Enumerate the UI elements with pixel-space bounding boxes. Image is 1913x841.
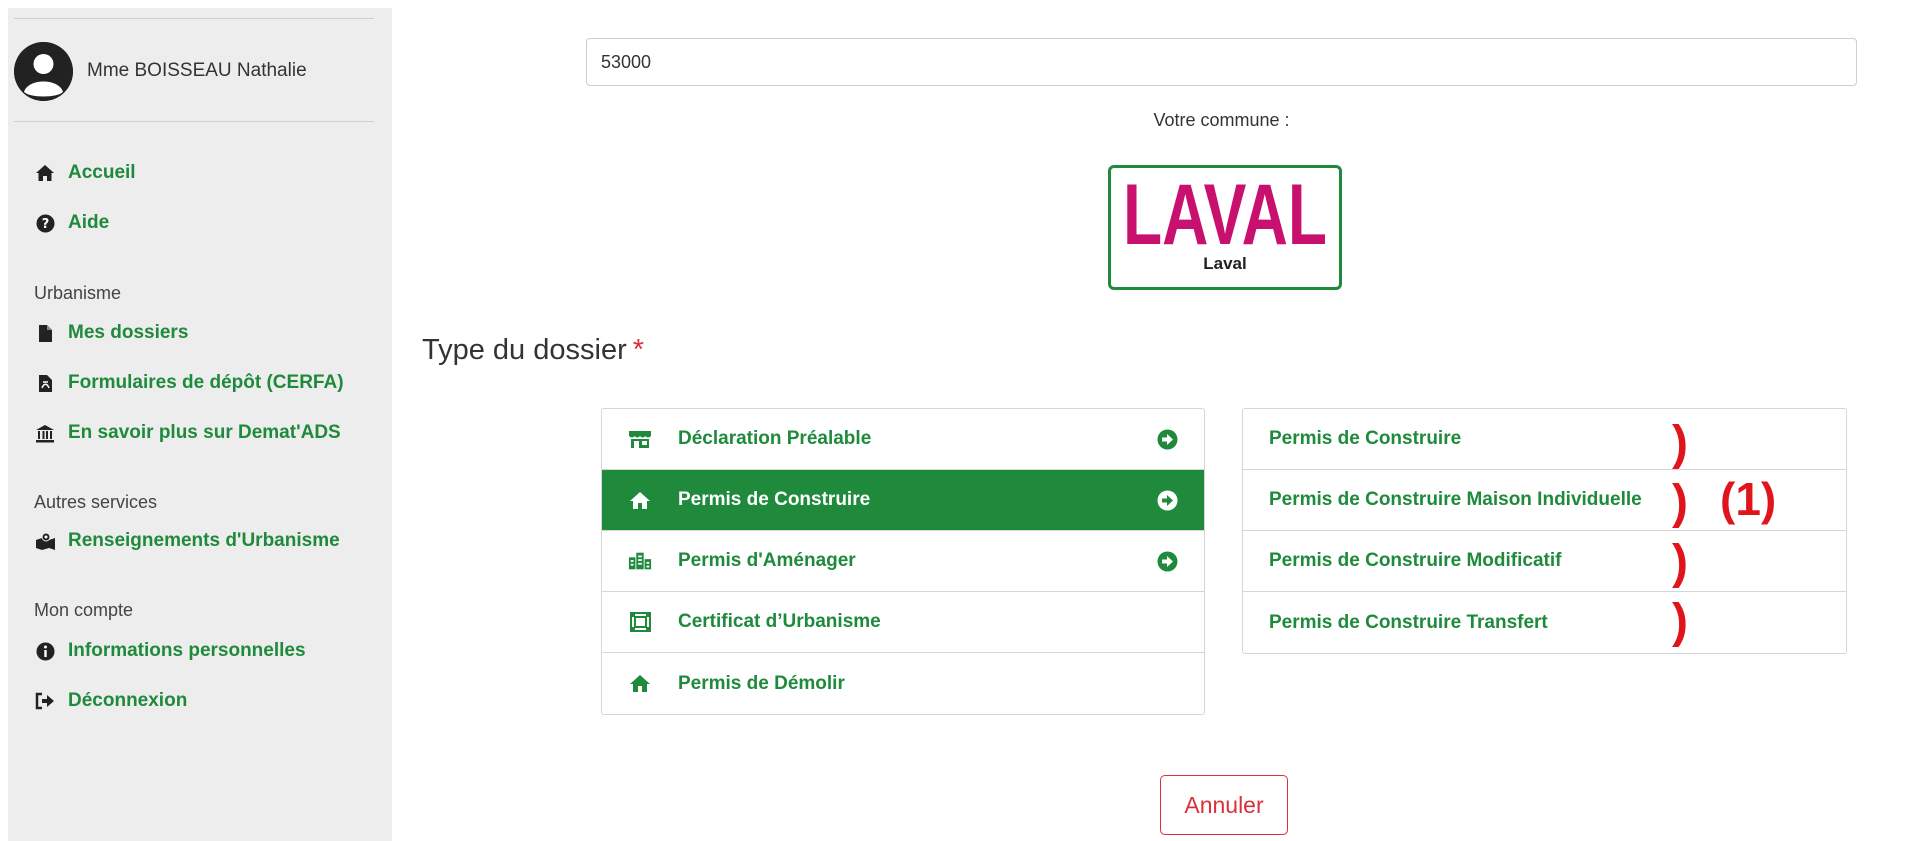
home-icon bbox=[628, 672, 652, 696]
sidebar-item-label: Aide bbox=[68, 212, 110, 233]
sidebar-item-en-savoir-plus[interactable]: En savoir plus sur Demat'ADS bbox=[34, 422, 341, 444]
postal-code-input[interactable] bbox=[586, 38, 1857, 86]
section-title-mon-compte: Mon compte bbox=[34, 600, 134, 620]
sidebar: Mme BOISSEAU Nathalie Accueil ? Aide Urb… bbox=[8, 8, 392, 841]
sign-out-icon bbox=[34, 690, 56, 712]
arrow-circle-right-icon bbox=[1157, 490, 1178, 511]
user-avatar-icon bbox=[14, 41, 73, 101]
sidebar-item-informations[interactable]: Informations personnelles bbox=[34, 640, 306, 662]
section-title-urbanisme: Urbanisme bbox=[34, 283, 122, 303]
laval-logo-icon: LAVAL bbox=[1123, 178, 1327, 250]
sidebar-item-aide[interactable]: ? Aide bbox=[34, 212, 109, 234]
question-circle-icon: ? bbox=[34, 212, 56, 234]
dossier-type-label: Permis de Construire bbox=[678, 489, 871, 510]
dossier-type-permis-d-amenager[interactable]: Permis d'Aménager bbox=[602, 531, 1204, 592]
sidebar-item-label: Renseignements d'Urbanisme bbox=[68, 530, 340, 551]
annotation-note: (1) bbox=[1720, 473, 1777, 525]
annotation-paren: ) bbox=[1672, 417, 1688, 470]
commune-name: Laval bbox=[1203, 254, 1247, 273]
file-icon bbox=[34, 322, 56, 344]
permis-subtype-list: Permis de Construire Permis de Construir… bbox=[1242, 408, 1847, 654]
dossier-type-declaration-prealable[interactable]: Déclaration Préalable bbox=[602, 409, 1204, 470]
file-pdf-icon bbox=[34, 372, 56, 394]
commune-logo: LAVAL Laval bbox=[1108, 165, 1342, 290]
annotation-paren: ) bbox=[1672, 536, 1688, 589]
svg-text:?: ? bbox=[41, 217, 49, 232]
certificate-icon bbox=[628, 610, 652, 634]
storefront-icon bbox=[628, 427, 652, 451]
sidebar-divider bbox=[14, 121, 374, 122]
subtype-label: Permis de Construire Maison Individuelle bbox=[1269, 489, 1642, 510]
commune-label: Votre commune : bbox=[1153, 110, 1290, 130]
subtype-permis-transfert[interactable]: Permis de Construire Transfert bbox=[1243, 592, 1846, 653]
dossier-type-label: Certificat d’Urbanisme bbox=[678, 611, 881, 632]
sidebar-item-deconnexion[interactable]: Déconnexion bbox=[34, 690, 187, 712]
home-icon bbox=[34, 162, 56, 184]
sidebar-item-accueil[interactable]: Accueil bbox=[34, 162, 136, 184]
sidebar-divider bbox=[14, 18, 374, 19]
subtype-permis-de-construire[interactable]: Permis de Construire bbox=[1243, 409, 1846, 470]
subtype-label: Permis de Construire Modificatif bbox=[1269, 550, 1562, 571]
subtype-label: Permis de Construire Transfert bbox=[1269, 611, 1548, 633]
sidebar-item-label: En savoir plus sur Demat'ADS bbox=[68, 422, 341, 443]
sidebar-item-formulaires[interactable]: Formulaires de dépôt (CERFA) bbox=[34, 372, 344, 394]
dossier-type-certificat-d-urbanisme[interactable]: Certificat d’Urbanisme bbox=[602, 592, 1204, 653]
svg-text:LAVAL: LAVAL bbox=[1123, 178, 1327, 250]
info-circle-icon bbox=[34, 640, 56, 662]
dossier-type-label: Permis d'Aménager bbox=[678, 550, 856, 571]
home-icon bbox=[628, 488, 652, 512]
dossier-type-list: Déclaration Préalable Permis de Construi… bbox=[601, 408, 1205, 715]
arrow-circle-right-icon bbox=[1157, 551, 1178, 572]
sidebar-item-label: Informations personnelles bbox=[68, 640, 306, 661]
subtype-permis-modificatif[interactable]: Permis de Construire Modificatif bbox=[1243, 531, 1846, 592]
user-profile: Mme BOISSEAU Nathalie bbox=[14, 41, 307, 101]
required-marker: * bbox=[632, 334, 645, 366]
sidebar-item-label: Formulaires de dépôt (CERFA) bbox=[68, 372, 344, 393]
sidebar-item-renseignements[interactable]: Renseignements d'Urbanisme bbox=[34, 530, 340, 552]
dossier-type-title: Type du dossier * bbox=[422, 334, 645, 366]
sidebar-item-label: Déconnexion bbox=[68, 690, 188, 711]
bank-icon bbox=[34, 422, 56, 444]
map-marker-icon bbox=[34, 530, 56, 552]
buildings-icon bbox=[628, 549, 652, 573]
section-title-autres-services: Autres services bbox=[34, 492, 158, 512]
dossier-type-label: Permis de Démolir bbox=[678, 672, 845, 694]
subtype-label: Permis de Construire bbox=[1269, 428, 1462, 449]
dossier-type-label: Déclaration Préalable bbox=[678, 428, 872, 449]
avatar bbox=[14, 41, 73, 101]
sidebar-item-mes-dossiers[interactable]: Mes dossiers bbox=[34, 322, 188, 344]
user-name: Mme BOISSEAU Nathalie bbox=[87, 60, 307, 81]
dossier-type-permis-de-construire[interactable]: Permis de Construire bbox=[602, 470, 1204, 531]
cancel-button[interactable]: Annuler bbox=[1160, 775, 1288, 835]
arrow-circle-right-icon bbox=[1157, 429, 1178, 450]
sidebar-item-label: Accueil bbox=[68, 162, 136, 183]
sidebar-item-label: Mes dossiers bbox=[68, 322, 189, 343]
annotation-paren: ) bbox=[1672, 476, 1688, 529]
dossier-type-permis-de-demolir[interactable]: Permis de Démolir bbox=[602, 653, 1204, 714]
annotation-paren: ) bbox=[1672, 595, 1688, 648]
